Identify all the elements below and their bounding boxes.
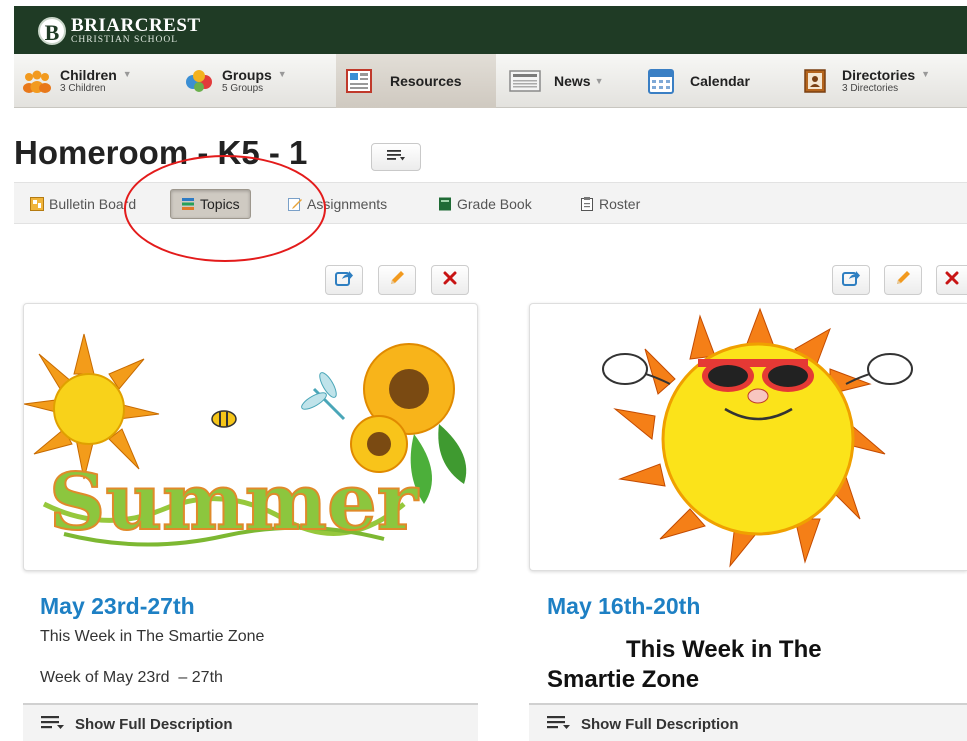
edit-button[interactable]	[378, 265, 416, 295]
share-button[interactable]	[832, 265, 870, 295]
annotation-circle	[124, 155, 326, 262]
roster-icon	[580, 197, 594, 211]
nav-news[interactable]: News ▼	[508, 54, 634, 108]
sun-with-sunglasses-clipart	[602, 307, 913, 568]
chevron-down-icon: ▼	[277, 69, 287, 79]
card-summary-week: Week of May 23rd – 27th	[40, 669, 223, 686]
share-icon	[842, 270, 860, 291]
expand-list-icon	[41, 715, 65, 734]
nav-groups-label: Groups	[222, 67, 272, 83]
calendar-icon	[644, 67, 678, 95]
edit-button[interactable]	[884, 265, 922, 295]
title-options-button[interactable]	[371, 143, 421, 171]
school-logo-icon[interactable]: B	[38, 17, 66, 45]
nav-calendar-label: Calendar	[690, 72, 750, 89]
topic-image-summer[interactable]: Summer	[23, 303, 478, 571]
bulletin-board-icon	[30, 197, 44, 211]
nav-directories[interactable]: Directories 3 Directories ▼	[798, 54, 967, 108]
nav-directories-count: 3 Directories	[842, 83, 899, 94]
card-title[interactable]: May 23rd-27th	[40, 593, 195, 620]
tab-roster[interactable]: Roster	[580, 189, 640, 219]
children-icon	[20, 67, 54, 95]
resources-icon	[342, 67, 376, 95]
card-title[interactable]: May 16th-20th	[547, 593, 700, 620]
share-icon	[335, 270, 353, 291]
school-name: BRIARCREST	[71, 15, 201, 36]
show-full-description-label: Show Full Description	[581, 715, 739, 733]
brand-header: B BRIARCREST CHRISTIAN SCHOOL	[14, 6, 967, 54]
chevron-down-icon: ▼	[594, 76, 604, 86]
show-full-description-label: Show Full Description	[75, 715, 233, 733]
pencil-icon	[894, 269, 912, 292]
sort-list-icon	[387, 148, 405, 166]
main-navigation: Children 3 Children ▼ Groups 5 Groups ▼	[14, 54, 967, 108]
nav-directories-label: Directories	[842, 67, 916, 83]
grade-book-icon	[438, 197, 452, 211]
card-summary: This Week in The Smartie Zone	[40, 628, 265, 645]
tab-grade-book[interactable]: Grade Book	[438, 189, 532, 219]
show-full-description-button[interactable]: Show Full Description	[529, 703, 967, 741]
topic-image-sun[interactable]	[529, 303, 967, 571]
groups-icon	[182, 67, 216, 95]
chevron-down-icon: ▼	[122, 69, 132, 79]
nav-children-count: 3 Children	[60, 83, 106, 94]
close-icon	[945, 271, 959, 290]
show-full-description-button[interactable]: Show Full Description	[23, 703, 478, 741]
summer-clipart: Summer	[24, 333, 467, 549]
directories-icon	[798, 67, 832, 95]
close-icon	[443, 271, 457, 290]
tab-bulletin-board[interactable]: Bulletin Board	[30, 189, 136, 219]
tab-grade-book-label: Grade Book	[457, 196, 532, 212]
summer-word: Summer	[49, 457, 419, 548]
nav-news-label: News	[554, 72, 591, 89]
card-heading: Smartie Zone	[547, 666, 700, 693]
nav-resources-label: Resources	[390, 72, 462, 89]
news-icon	[508, 67, 542, 95]
pencil-icon	[388, 269, 406, 292]
nav-children-label: Children	[60, 67, 117, 83]
delete-button[interactable]	[936, 265, 967, 295]
expand-list-icon	[547, 715, 571, 734]
share-button[interactable]	[325, 265, 363, 295]
nav-resources[interactable]: Resources	[336, 54, 496, 108]
nav-calendar[interactable]: Calendar	[644, 54, 790, 108]
delete-button[interactable]	[431, 265, 469, 295]
nav-groups[interactable]: Groups 5 Groups ▼	[182, 54, 334, 108]
school-subtitle: CHRISTIAN SCHOOL	[71, 35, 179, 45]
nav-groups-count: 5 Groups	[222, 83, 264, 94]
tab-roster-label: Roster	[599, 196, 641, 212]
nav-children[interactable]: Children 3 Children ▼	[14, 54, 180, 108]
card-heading: This Week in The	[626, 636, 822, 663]
chevron-down-icon: ▼	[921, 69, 931, 79]
